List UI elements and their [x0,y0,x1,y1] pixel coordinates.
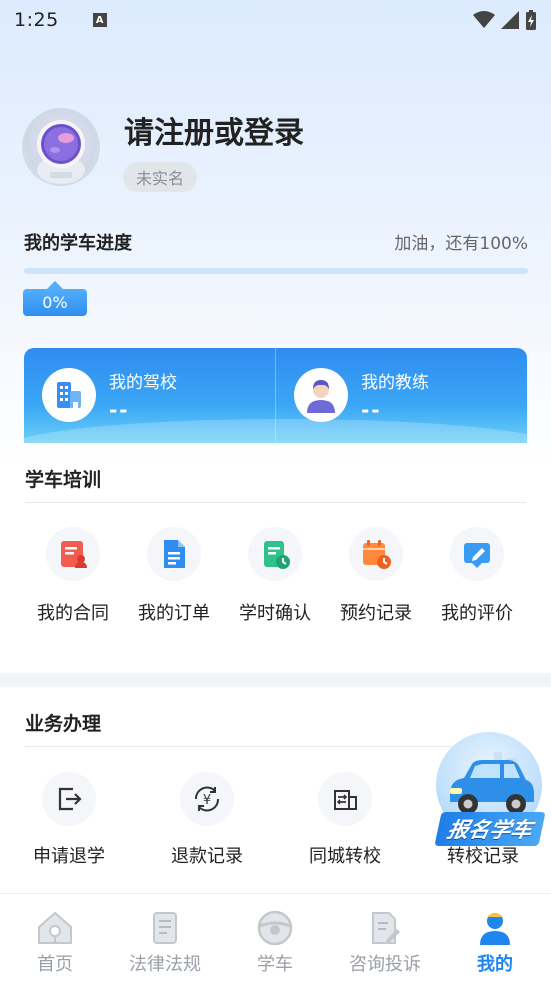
svg-text:¥: ¥ [203,793,211,808]
my-school-value: -- [109,398,130,422]
order-icon [147,527,201,581]
tab-law-label: 法律法规 [129,954,201,975]
astronaut-avatar-icon [37,120,85,184]
steering-wheel-icon [257,910,293,946]
business-section-title: 业务办理 [25,713,102,735]
my-review-label: 我的评价 [441,603,513,624]
training-section-divider [25,502,526,503]
wifi-icon [473,11,495,28]
my-coach-value: -- [361,398,382,422]
enroll-button-label: 报名学车 [434,812,546,846]
withdraw-icon [42,772,96,826]
my-contract-label: 我的合同 [37,603,109,624]
status-time: 1:25 [14,9,59,31]
my-school-entry[interactable]: 我的驾校 -- [24,348,275,443]
progress-percent-tag: 0% [23,281,87,316]
tab-mine-label: 我的 [477,954,513,975]
tab-mine[interactable]: 我的 [440,894,550,981]
contract-icon [46,527,100,581]
complaint-icon [372,912,400,944]
booking-record-label: 预约记录 [340,603,412,624]
realname-status-badge[interactable]: 未实名 [123,162,198,192]
my-order-button[interactable]: 我的订单 [124,527,224,625]
progress-hint: 加油，还有100% [394,234,528,254]
notification-icon: A [92,13,107,27]
avatar[interactable] [22,108,100,186]
refund-icon: ¥ [180,772,234,826]
hours-confirm-button[interactable]: 学时确认 [225,527,325,625]
progress-title: 我的学车进度 [24,233,132,254]
bottom-tab-bar: 首页 法律法规 学车 咨询投诉 我的 [0,893,551,981]
hours-confirm-icon [248,527,302,581]
my-review-button[interactable]: 我的评价 [427,527,527,625]
tab-law[interactable]: 法律法规 [110,894,220,981]
local-transfer-label: 同城转校 [309,846,381,867]
tab-complaint-label: 咨询投诉 [349,954,421,975]
booking-record-button[interactable]: 预约记录 [326,527,426,625]
school-coach-card: 我的驾校 -- 我的教练 -- [24,348,527,443]
transfer-icon [318,772,372,826]
coach-icon [294,368,348,422]
booking-record-icon [349,527,403,581]
review-icon [450,527,504,581]
building-icon [42,368,96,422]
home-icon [38,911,72,944]
login-title[interactable]: 请注册或登录 [124,108,304,152]
training-section-title: 学车培训 [25,469,102,491]
apply-withdraw-label: 申请退学 [33,846,105,867]
tab-home-label: 首页 [37,954,73,975]
my-order-label: 我的订单 [138,603,210,624]
apply-withdraw-button[interactable]: 申请退学 [4,772,134,868]
progress-bar [24,268,528,274]
tab-home[interactable]: 首页 [0,894,110,981]
my-contract-button[interactable]: 我的合同 [23,527,123,625]
my-coach-entry[interactable]: 我的教练 -- [276,348,527,443]
local-transfer-button[interactable]: 同城转校 [280,772,410,868]
status-bar: 1:25 A [0,0,551,40]
tab-learn-driving-label: 学车 [257,954,293,975]
signal-icon [501,11,519,29]
tab-complaint[interactable]: 咨询投诉 [330,894,440,981]
my-school-label: 我的驾校 [109,373,177,393]
refund-record-label: 退款记录 [171,846,243,867]
refund-record-button[interactable]: ¥ 退款记录 [142,772,272,868]
tab-learn-driving[interactable]: 学车 [220,894,330,981]
battery-icon [526,10,536,30]
profile-icon [480,913,510,945]
enroll-float-button[interactable]: 报名学车 [434,732,546,850]
hours-confirm-label: 学时确认 [239,603,311,624]
my-coach-label: 我的教练 [361,373,429,393]
status-icons [473,10,537,30]
section-gap [0,673,551,687]
law-icon [153,912,177,944]
